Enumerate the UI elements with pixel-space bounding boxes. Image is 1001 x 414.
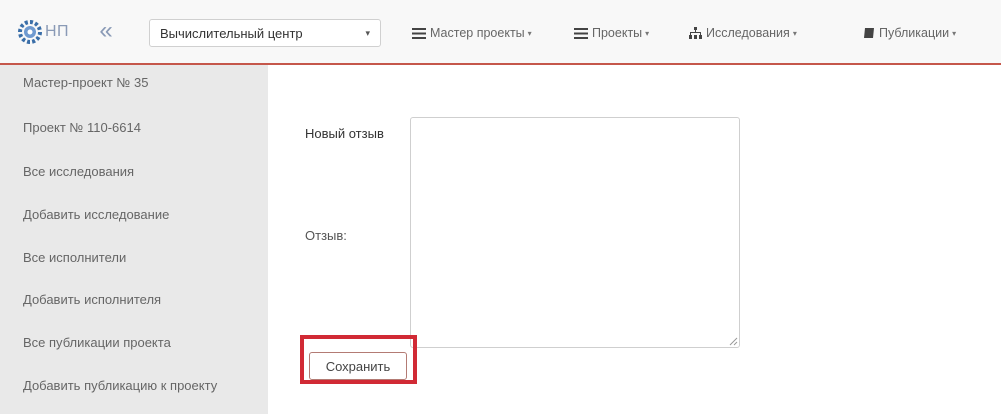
resize-grip-icon[interactable] [729,337,738,346]
list-icon [412,27,426,39]
caret-icon: ▾ [952,28,957,38]
top-navbar: НП « Вычислительный центр ▾ Мастер проек… [0,0,1001,63]
review-textarea[interactable] [410,117,740,348]
sidebar: Мастер-проект № 35 Проект № 110-6614 Все… [0,65,268,414]
sidebar-item-all-publications[interactable]: Все публикации проекта [23,335,171,350]
logo-text: НП [45,23,70,40]
sidebar-item-project[interactable]: Проект № 110-6614 [23,120,141,135]
caret-icon: ▾ [645,28,650,38]
menu-master-projects[interactable]: Мастер проекты ▾ [412,23,532,43]
book-icon [864,28,874,38]
list-icon [574,27,588,39]
menu-projects-label: Проекты [592,26,643,40]
caret-icon: ▾ [792,28,797,38]
chevron-down-icon: ▾ [365,27,370,38]
menu-projects[interactable]: Проекты ▾ [574,23,649,43]
sidebar-item-all-research[interactable]: Все исследования [23,164,134,179]
sidebar-item-all-executors[interactable]: Все исполнители [23,250,126,265]
sitemap-icon [689,27,702,39]
center-select-value: Вычислительный центр [160,25,303,41]
sidebar-item-master-project[interactable]: Мастер-проект № 35 [23,75,148,90]
menu-research[interactable]: Исследования ▾ [689,23,797,43]
gear-icon [18,20,42,44]
menu-publications[interactable]: Публикации ▾ [863,23,956,43]
menu-research-label: Исследования [706,26,790,40]
menu-publications-label: Публикации [879,26,950,40]
save-button[interactable]: Сохранить [309,352,407,380]
caret-icon: ▾ [527,28,532,38]
form-title: Новый отзыв [305,126,384,141]
collapse-sidebar-button[interactable]: « [93,17,119,45]
menu-master-projects-label: Мастер проекты [430,26,525,40]
review-label: Отзыв: [305,228,347,243]
sidebar-item-add-executor[interactable]: Добавить исполнителя [23,292,161,307]
center-select[interactable]: Вычислительный центр ▾ [149,19,381,47]
logo[interactable]: НП [16,18,69,46]
sidebar-item-add-publication[interactable]: Добавить публикацию к проекту [23,378,217,393]
sidebar-item-add-research[interactable]: Добавить исследование [23,207,169,222]
